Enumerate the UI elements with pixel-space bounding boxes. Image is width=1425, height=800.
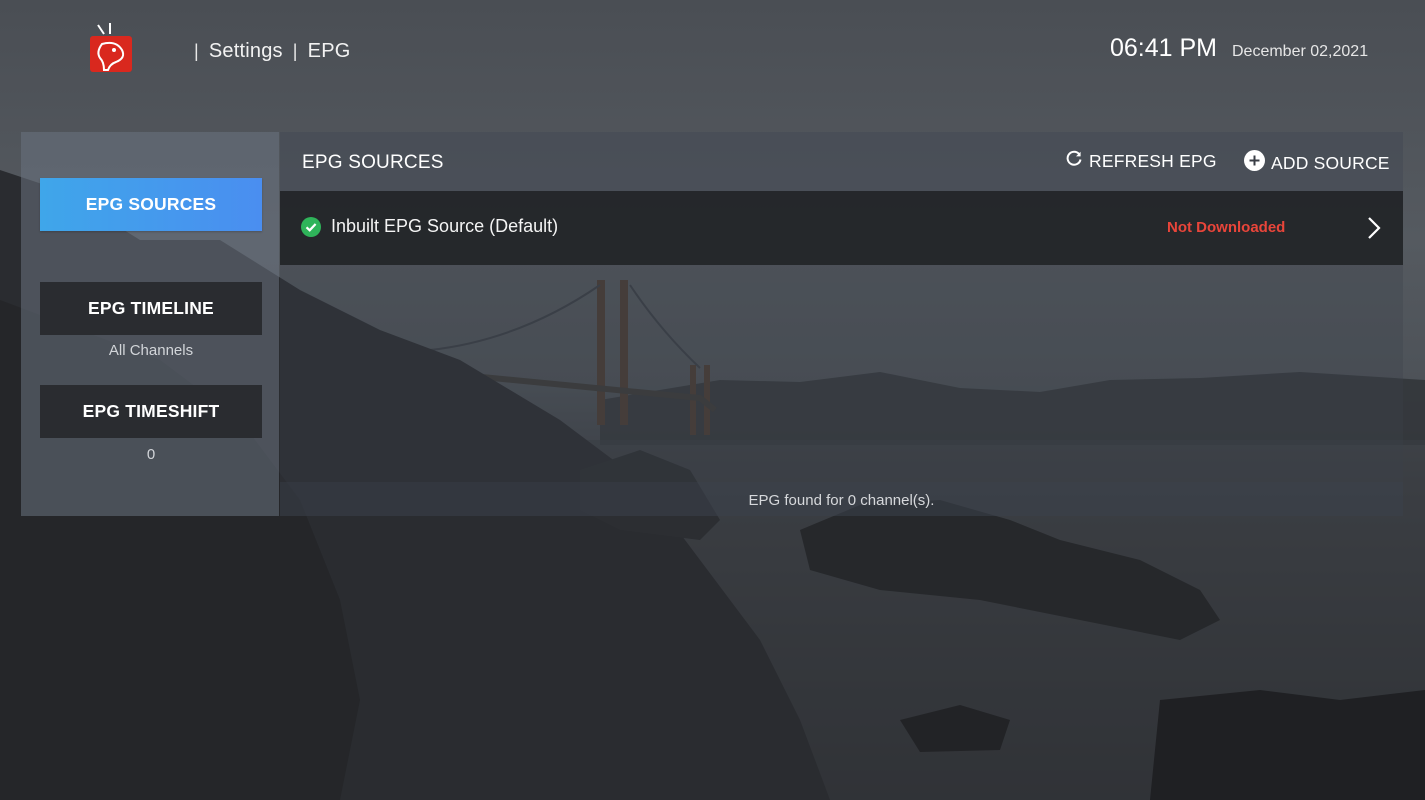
sidebar-item-epg-timeshift-subtitle: 0 — [146, 446, 156, 463]
sidebar-item-epg-timeshift[interactable]: EPG TIMESHIFT — [40, 385, 262, 438]
epg-source-name: Inbuilt EPG Source (Default) — [331, 216, 559, 236]
breadcrumb-epg: EPG — [307, 40, 351, 62]
sidebar-item-epg-timeline[interactable]: EPG TIMELINE — [40, 282, 262, 335]
breadcrumb: | Settings | EPG — [194, 40, 351, 63]
refresh-icon — [1065, 150, 1083, 173]
main-header: EPG SOURCES REFRESH EPG ADD SOURCE — [280, 132, 1403, 191]
breadcrumb-settings[interactable]: Settings — [209, 40, 283, 63]
add-source-label: ADD SOURCE — [1271, 152, 1390, 173]
breadcrumb-separator: | — [194, 41, 199, 61]
epg-source-status: Not Downloaded — [1167, 219, 1286, 236]
add-source-button[interactable]: ADD SOURCE — [1244, 150, 1390, 176]
sidebar: EPG SOURCES EPG TIMELINE All Channels EP… — [21, 132, 279, 516]
breadcrumb-separator: | — [292, 41, 298, 61]
clock-date: December 02,2021 — [1232, 43, 1369, 60]
sidebar-item-epg-sources[interactable]: EPG SOURCES — [40, 178, 262, 231]
chevron-right-icon[interactable] — [1366, 215, 1382, 241]
page-title: EPG SOURCES — [302, 152, 444, 173]
refresh-epg-label: REFRESH EPG — [1089, 151, 1217, 171]
app-logo — [86, 22, 136, 76]
refresh-epg-button[interactable]: REFRESH EPG — [1065, 150, 1217, 173]
epg-source-row[interactable]: Inbuilt EPG Source (Default) Not Downloa… — [280, 191, 1403, 265]
check-circle-icon — [301, 217, 321, 237]
clock-time: 06:41 PM — [1110, 34, 1218, 62]
epg-found-text: EPG found for 0 channel(s). — [748, 492, 935, 509]
add-circle-icon — [1244, 150, 1265, 176]
sidebar-item-epg-timeline-subtitle: All Channels — [108, 342, 194, 359]
epg-source-list-area — [280, 265, 1403, 516]
main-panel: EPG SOURCES REFRESH EPG ADD SOURCE Inbui… — [280, 132, 1403, 516]
